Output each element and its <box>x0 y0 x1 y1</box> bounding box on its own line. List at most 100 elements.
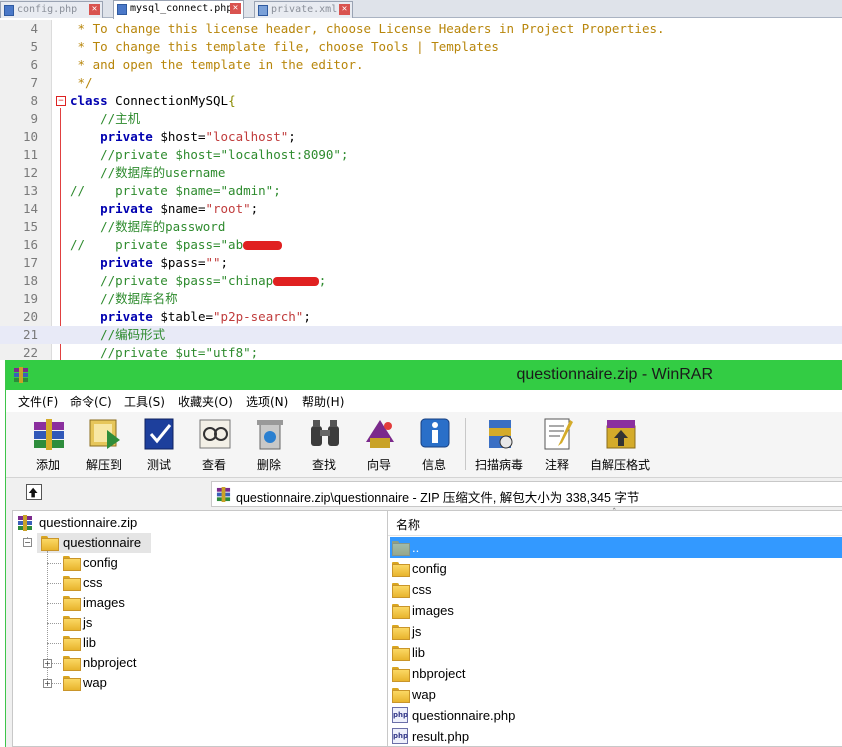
code-editor: config.php ✕ mysql_connect.php ✕ private… <box>0 0 842 360</box>
wizard-button[interactable]: 向导 <box>354 414 404 474</box>
menu-help[interactable]: 帮助(H) <box>302 393 344 410</box>
code-text: * To change this license header, choose … <box>70 20 665 38</box>
file-row[interactable]: php questionnaire.php <box>390 705 842 726</box>
folder-icon <box>392 667 410 682</box>
file-row[interactable]: .. <box>390 537 842 558</box>
file-name: css <box>412 582 432 597</box>
file-row[interactable]: config <box>390 558 842 579</box>
code-line[interactable]: 14 private $name="root"; <box>0 200 842 218</box>
tree-item-images[interactable]: images <box>59 593 219 613</box>
code-line[interactable]: 18 //private $pass="chinap; <box>0 272 842 290</box>
file-row[interactable]: lib <box>390 642 842 663</box>
address-field[interactable]: questionnaire.zip\questionnaire - ZIP 压缩… <box>211 481 842 507</box>
menu-favorites[interactable]: 收藏夹(O) <box>178 393 233 410</box>
line-number: 11 <box>22 147 38 162</box>
tab-private-xml[interactable]: private.xml ✕ <box>254 1 353 18</box>
menu-file[interactable]: 文件(F) <box>18 393 58 410</box>
code-token: //private $pass="chinap <box>70 273 274 288</box>
folder-icon <box>63 676 81 691</box>
close-icon[interactable]: ✕ <box>89 4 100 15</box>
file-row[interactable]: nbproject <box>390 663 842 684</box>
code-text: // private $pass="ab <box>70 236 283 254</box>
code-token: private <box>70 201 153 216</box>
file-row[interactable]: php result.php <box>390 726 842 747</box>
code-token: "localhost" <box>205 129 289 144</box>
expand-icon[interactable]: + <box>43 659 52 668</box>
php-file-icon <box>4 5 14 16</box>
code-token: * To change this template file, choose T… <box>70 39 499 54</box>
close-icon[interactable]: ✕ <box>230 3 241 14</box>
tree-item-questionnaire[interactable]: questionnaire <box>37 533 151 553</box>
tab-config-php[interactable]: config.php ✕ <box>0 1 103 18</box>
tree-item-lib[interactable]: lib <box>59 633 219 653</box>
file-row[interactable]: js <box>390 621 842 642</box>
folder-icon <box>392 625 410 640</box>
code-line[interactable]: 15 //数据库的password <box>0 218 842 236</box>
up-folder-button[interactable] <box>26 484 42 500</box>
file-row[interactable]: images <box>390 600 842 621</box>
code-token: //数据库名称 <box>70 291 178 306</box>
code-line[interactable]: 10 private $host="localhost"; <box>0 128 842 146</box>
tab-mysql-connect-php[interactable]: mysql_connect.php ✕ <box>113 0 244 19</box>
code-line[interactable]: 11 //private $host="localhost:8090"; <box>0 146 842 164</box>
file-name: result.php <box>412 729 470 744</box>
folder-icon <box>392 646 410 661</box>
code-line[interactable]: 8 − class ConnectionMySQL{ <box>0 92 842 110</box>
add-archive-icon <box>34 419 64 450</box>
file-list: ˆ 名称 .. config css images js lib nbproject wap p… <box>387 508 842 747</box>
tree-item-css[interactable]: css <box>59 573 219 593</box>
title-bar[interactable]: questionnaire.zip - WinRAR <box>6 360 842 390</box>
code-text: //数据库的username <box>70 164 225 182</box>
delete-button[interactable]: 删除 <box>244 414 294 474</box>
winrar-app-icon <box>14 367 28 383</box>
tree-item-config[interactable]: config <box>59 553 219 573</box>
address-bar: questionnaire.zip\questionnaire - ZIP 压缩… <box>6 478 842 510</box>
code-line[interactable]: 12 //数据库的username <box>0 164 842 182</box>
code-line[interactable]: 19 //数据库名称 <box>0 290 842 308</box>
extract-to-button[interactable]: 解压到 <box>79 414 129 474</box>
code-line[interactable]: 17 private $pass=""; <box>0 254 842 272</box>
collapse-icon[interactable]: − <box>23 538 32 547</box>
code-line[interactable]: 4 * To change this license header, choos… <box>0 20 842 38</box>
code-line[interactable]: 7 */ <box>0 74 842 92</box>
file-name: .. <box>412 540 420 555</box>
file-row[interactable]: wap <box>390 684 842 705</box>
info-button[interactable]: 信息 <box>409 414 459 474</box>
code-text: // private $name="admin"; <box>70 182 281 200</box>
test-button[interactable]: 测试 <box>134 414 184 474</box>
code-line[interactable]: 16 // private $pass="ab <box>0 236 842 254</box>
menu-options[interactable]: 选项(N) <box>246 393 288 410</box>
view-button[interactable]: 查看 <box>189 414 239 474</box>
folder-icon <box>63 576 81 591</box>
add-button[interactable]: 添加 <box>23 414 73 474</box>
expand-icon[interactable]: + <box>43 679 52 688</box>
column-header-name[interactable]: ˆ 名称 <box>388 508 842 536</box>
code-line[interactable]: 6 * and open the template in the editor. <box>0 56 842 74</box>
redaction-mark <box>243 241 283 250</box>
tree-item-nbproject[interactable]: nbproject <box>59 653 219 673</box>
virus-scan-button[interactable]: 扫描病毒 <box>474 414 524 474</box>
file-name: lib <box>412 645 426 660</box>
code-text: */ <box>70 74 93 92</box>
menu-commands[interactable]: 命令(C) <box>70 393 112 410</box>
find-button[interactable]: 查找 <box>299 414 349 474</box>
code-line[interactable]: 13 // private $name="admin"; <box>0 182 842 200</box>
sfx-button[interactable]: 自解压格式 <box>590 414 650 474</box>
tree-item-archive-root[interactable]: questionnaire.zip <box>17 513 217 533</box>
close-icon[interactable]: ✕ <box>339 4 350 15</box>
tree-item-wap[interactable]: wap <box>59 673 219 693</box>
info-icon <box>420 418 450 448</box>
menu-tools[interactable]: 工具(S) <box>124 393 165 410</box>
line-number: 5 <box>30 39 38 54</box>
code-line[interactable]: 20 private $table="p2p-search"; <box>0 308 842 326</box>
code-line[interactable]: 9 //主机 <box>0 110 842 128</box>
view-icon <box>199 419 231 449</box>
fold-toggle-icon[interactable]: − <box>56 96 66 106</box>
code-line[interactable]: 21 //编码形式 <box>0 326 842 344</box>
comment-button[interactable]: 注释 <box>532 414 582 474</box>
code-text: //数据库的password <box>70 218 225 236</box>
tree-item-js[interactable]: js <box>59 613 219 633</box>
code-line[interactable]: 5 * To change this template file, choose… <box>0 38 842 56</box>
file-row[interactable]: css <box>390 579 842 600</box>
code-token: $host= <box>152 129 206 144</box>
